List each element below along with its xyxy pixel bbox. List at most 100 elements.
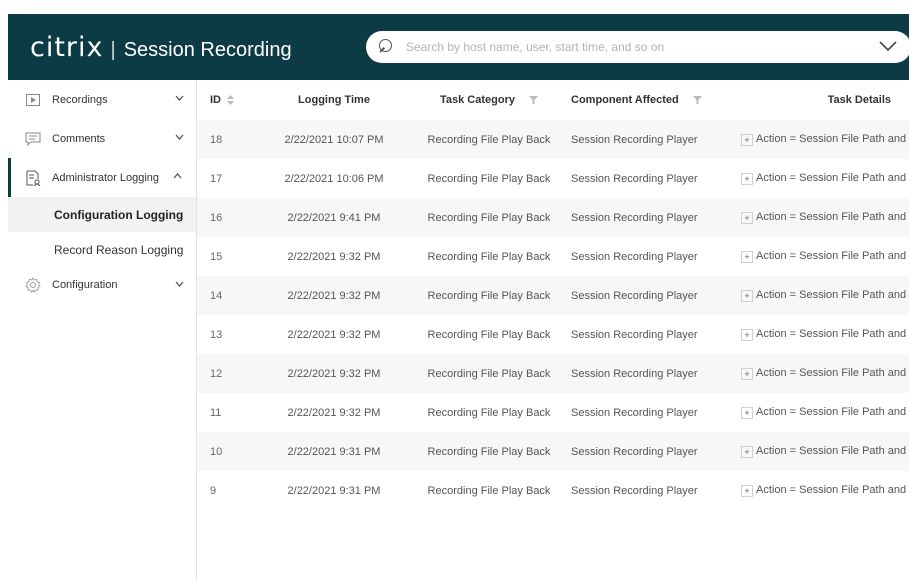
cell-task-details: + Action = Session File Path and <box>741 133 909 146</box>
cell-task-category: Recording File Play Back <box>427 328 551 341</box>
sidebar: Recordings Comments Administrator Loggin… <box>8 80 197 581</box>
cell-task-category: Recording File Play Back <box>427 250 551 263</box>
table-row[interactable]: 16 2/22/2021 9:41 PM Recording File Play B… <box>197 198 909 237</box>
cell-component-affected: Session Recording Player <box>571 445 698 458</box>
cell-task-category: Recording File Play Back <box>427 289 551 302</box>
cell-task-details: + Action = Session File Path and <box>741 367 909 380</box>
cell-task-category: Recording File Play Back <box>427 211 551 224</box>
chevron-down-icon[interactable] <box>175 281 184 287</box>
table-row[interactable]: 11 2/22/2021 9:32 PM Recording File Play B… <box>197 393 909 432</box>
expand-button[interactable]: + <box>741 328 753 341</box>
sidebar-item-administrator-logging[interactable]: Administrator Logging <box>8 158 196 197</box>
app-header: citrix | Session Recording <box>8 14 909 80</box>
chevron-down-icon[interactable] <box>175 95 184 101</box>
cell-component-affected: Session Recording Player <box>571 367 698 380</box>
expand-button[interactable]: + <box>741 367 753 380</box>
column-header-logging-time[interactable]: Logging Time <box>254 94 414 106</box>
table-row[interactable]: 12 2/22/2021 9:32 PM Recording File Play B… <box>197 354 909 393</box>
task-details-text: Action = Session File Path and <box>756 172 907 185</box>
sidebar-item-label: Recordings <box>52 93 108 106</box>
expand-button[interactable]: + <box>741 250 753 263</box>
expand-button[interactable]: + <box>741 172 753 185</box>
sort-icon[interactable] <box>227 95 234 105</box>
gear-icon <box>25 277 41 293</box>
cell-task-category: Recording File Play Back <box>427 133 551 146</box>
logging-table: ID Logging Time Task Category Component … <box>197 80 909 581</box>
expand-button[interactable]: + <box>741 289 753 302</box>
sidebar-subitem-configuration-logging[interactable]: Configuration Logging <box>8 197 196 232</box>
column-header-task-category[interactable]: Task Category <box>414 94 564 106</box>
cell-task-details: + Action = Session File Path and <box>741 445 909 458</box>
cell-id: 12 <box>210 367 223 380</box>
sidebar-item-recordings[interactable]: Recordings <box>8 80 196 119</box>
cell-id: 9 <box>210 484 217 497</box>
cell-id: 11 <box>210 406 222 419</box>
cell-task-details: + Action = Session File Path and <box>741 289 909 302</box>
sidebar-item-configuration[interactable]: Configuration <box>8 267 196 303</box>
expand-button[interactable]: + <box>741 211 753 224</box>
chevron-down-icon[interactable] <box>175 134 184 140</box>
cell-logging-time: 2/22/2021 10:07 PM <box>284 133 384 146</box>
cell-component-affected: Session Recording Player <box>571 484 698 497</box>
admin-log-icon <box>25 170 41 186</box>
cell-task-category: Recording File Play Back <box>427 367 551 380</box>
cell-component-affected: Session Recording Player <box>571 250 698 263</box>
cell-logging-time: 2/22/2021 9:31 PM <box>287 445 381 458</box>
task-details-text: Action = Session File Path and <box>756 445 907 458</box>
cell-task-details: + Action = Session File Path and <box>741 172 909 185</box>
expand-button[interactable]: + <box>741 445 753 458</box>
cell-id: 17 <box>210 172 223 185</box>
filter-icon[interactable] <box>529 96 538 104</box>
task-details-text: Action = Session File Path and <box>756 484 907 497</box>
cell-component-affected: Session Recording Player <box>571 211 698 224</box>
expand-button[interactable]: + <box>741 406 753 419</box>
table-body: 18 2/22/2021 10:07 PM Recording File Play … <box>197 120 909 510</box>
table-row[interactable]: 9 2/22/2021 9:31 PM Recording File Play Ba… <box>197 471 909 510</box>
search-icon[interactable] <box>378 38 396 56</box>
cell-component-affected: Session Recording Player <box>571 328 698 341</box>
column-header-task-details[interactable]: Task Details <box>741 94 909 106</box>
cell-task-details: + Action = Session File Path and <box>741 250 909 263</box>
table-row[interactable]: 17 2/22/2021 10:06 PM Recording File Play … <box>197 159 909 198</box>
cell-task-category: Recording File Play Back <box>427 172 551 185</box>
cell-task-details: + Action = Session File Path and <box>741 406 909 419</box>
cell-id: 16 <box>210 211 223 224</box>
cell-id: 15 <box>210 250 223 263</box>
cell-logging-time: 2/22/2021 9:31 PM <box>287 484 381 497</box>
sidebar-item-label: Comments <box>52 132 106 145</box>
expand-button[interactable]: + <box>741 133 753 146</box>
cell-logging-time: 2/22/2021 9:32 PM <box>287 250 381 263</box>
sidebar-subitem-record-reason-logging[interactable]: Record Reason Logging <box>8 232 196 267</box>
cell-logging-time: 2/22/2021 9:41 PM <box>287 211 381 224</box>
cell-component-affected: Session Recording Player <box>571 289 698 302</box>
cell-logging-time: 2/22/2021 9:32 PM <box>287 289 381 302</box>
search-input[interactable] <box>406 40 846 54</box>
task-details-text: Action = Session File Path and <box>756 211 907 224</box>
cell-component-affected: Session Recording Player <box>571 406 698 419</box>
table-row[interactable]: 10 2/22/2021 9:31 PM Recording File Play B… <box>197 432 909 471</box>
sidebar-item-comments[interactable]: Comments <box>8 119 196 158</box>
cell-component-affected: Session Recording Player <box>571 133 698 146</box>
cell-task-category: Recording File Play Back <box>427 484 551 497</box>
table-row[interactable]: 13 2/22/2021 9:32 PM Recording File Play B… <box>197 315 909 354</box>
cell-task-details: + Action = Session File Path and <box>741 328 909 341</box>
cell-component-affected: Session Recording Player <box>571 172 698 185</box>
filter-icon[interactable] <box>692 96 702 104</box>
search-bar[interactable] <box>366 31 909 63</box>
cell-task-details: + Action = Session File Path and <box>741 211 909 224</box>
cell-task-details: + Action = Session File Path and <box>741 484 909 497</box>
table-row[interactable]: 18 2/22/2021 10:07 PM Recording File Play … <box>197 120 909 159</box>
column-header-id[interactable]: ID <box>197 94 254 106</box>
table-row[interactable]: 15 2/22/2021 9:32 PM Recording File Play B… <box>197 237 909 276</box>
column-header-component-affected[interactable]: Component Affected <box>564 94 741 106</box>
chevron-up-icon[interactable] <box>173 173 182 179</box>
play-icon <box>25 92 41 108</box>
chevron-down-icon[interactable] <box>879 40 897 52</box>
expand-button[interactable]: + <box>741 484 753 497</box>
task-details-text: Action = Session File Path and <box>756 289 907 302</box>
brand-separator: | <box>110 38 116 61</box>
table-row[interactable]: 14 2/22/2021 9:32 PM Recording File Play B… <box>197 276 909 315</box>
cell-task-category: Recording File Play Back <box>427 445 551 458</box>
sidebar-item-label: Configuration <box>52 279 118 291</box>
product-name: Session Recording <box>123 38 292 61</box>
